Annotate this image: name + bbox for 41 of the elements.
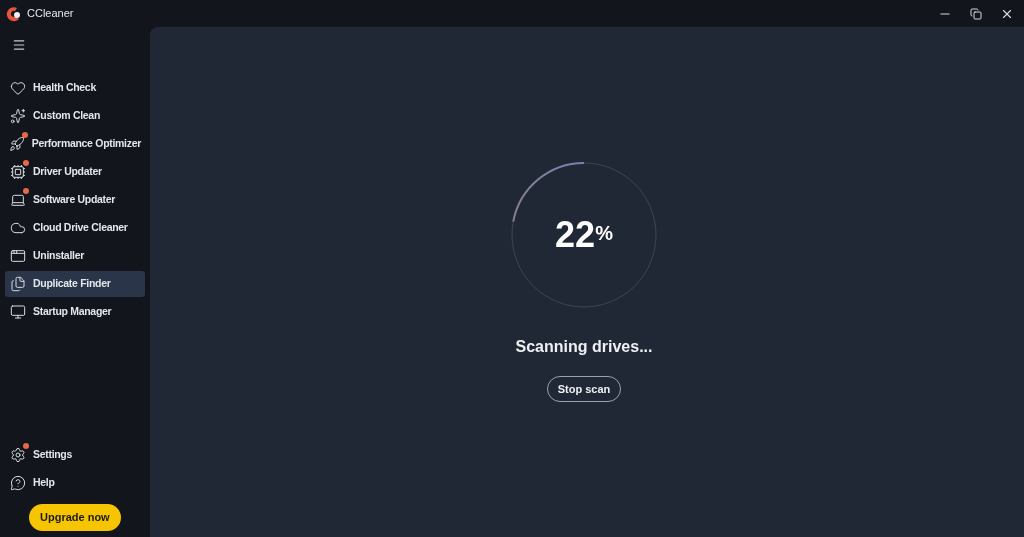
sidebar-item-label: Software Updater bbox=[33, 192, 116, 208]
scan-status: Scanning drives... bbox=[515, 337, 653, 357]
sidebar-item-label: Cloud Drive Cleaner bbox=[33, 220, 128, 236]
sidebar-item[interactable]: Performance Optimizer bbox=[5, 131, 145, 157]
sidebar-item[interactable]: Custom Clean bbox=[5, 103, 145, 129]
sidebar-item[interactable]: Duplicate Finder bbox=[5, 271, 145, 297]
sidebar-item[interactable]: Cloud Drive Cleaner bbox=[5, 215, 145, 241]
sidebar-item[interactable]: Settings bbox=[5, 442, 145, 468]
help-icon bbox=[10, 475, 26, 491]
sidebar-item-label: Driver Updater bbox=[33, 164, 102, 180]
sidebar-item-label: Duplicate Finder bbox=[33, 276, 111, 292]
menu-icon[interactable] bbox=[12, 38, 26, 52]
percent-sign: % bbox=[595, 222, 613, 244]
document-icon bbox=[10, 276, 26, 292]
settings-icon bbox=[10, 447, 26, 463]
laptop-icon bbox=[10, 192, 26, 208]
sidebar-item-label: Performance Optimizer bbox=[31, 136, 141, 152]
cloud-icon bbox=[10, 220, 26, 236]
sidebar-item[interactable]: Startup Manager bbox=[5, 299, 145, 325]
chip-icon bbox=[10, 164, 26, 180]
sidebar-item[interactable]: Driver Updater bbox=[5, 159, 145, 185]
sidebar-item-label: Startup Manager bbox=[33, 304, 112, 320]
heart-icon bbox=[10, 80, 26, 96]
sidebar-item[interactable]: Uninstaller bbox=[5, 243, 145, 269]
sidebar-item-label: Help bbox=[33, 475, 55, 491]
sidebar-item-label: Settings bbox=[33, 447, 73, 463]
sidebar-item-label: Uninstaller bbox=[33, 248, 84, 264]
window-icon bbox=[10, 248, 26, 264]
sidebar-item-label: Custom Clean bbox=[33, 108, 100, 124]
logo-icon bbox=[5, 4, 23, 23]
rocket-icon bbox=[9, 136, 26, 152]
progress-percent: 22 bbox=[555, 213, 596, 257]
sparkle-icon bbox=[10, 108, 26, 124]
window-title: CCleaner bbox=[27, 6, 74, 22]
upgrade-button[interactable]: Upgrade now bbox=[29, 504, 121, 531]
monitor-icon bbox=[10, 304, 26, 320]
sidebar-item[interactable]: Help bbox=[5, 470, 145, 496]
sidebar-item[interactable]: Health Check bbox=[5, 75, 145, 101]
sidebar-item-label: Health Check bbox=[33, 80, 96, 96]
restore-icon[interactable] bbox=[970, 7, 982, 20]
sidebar-item[interactable]: Software Updater bbox=[5, 187, 145, 213]
